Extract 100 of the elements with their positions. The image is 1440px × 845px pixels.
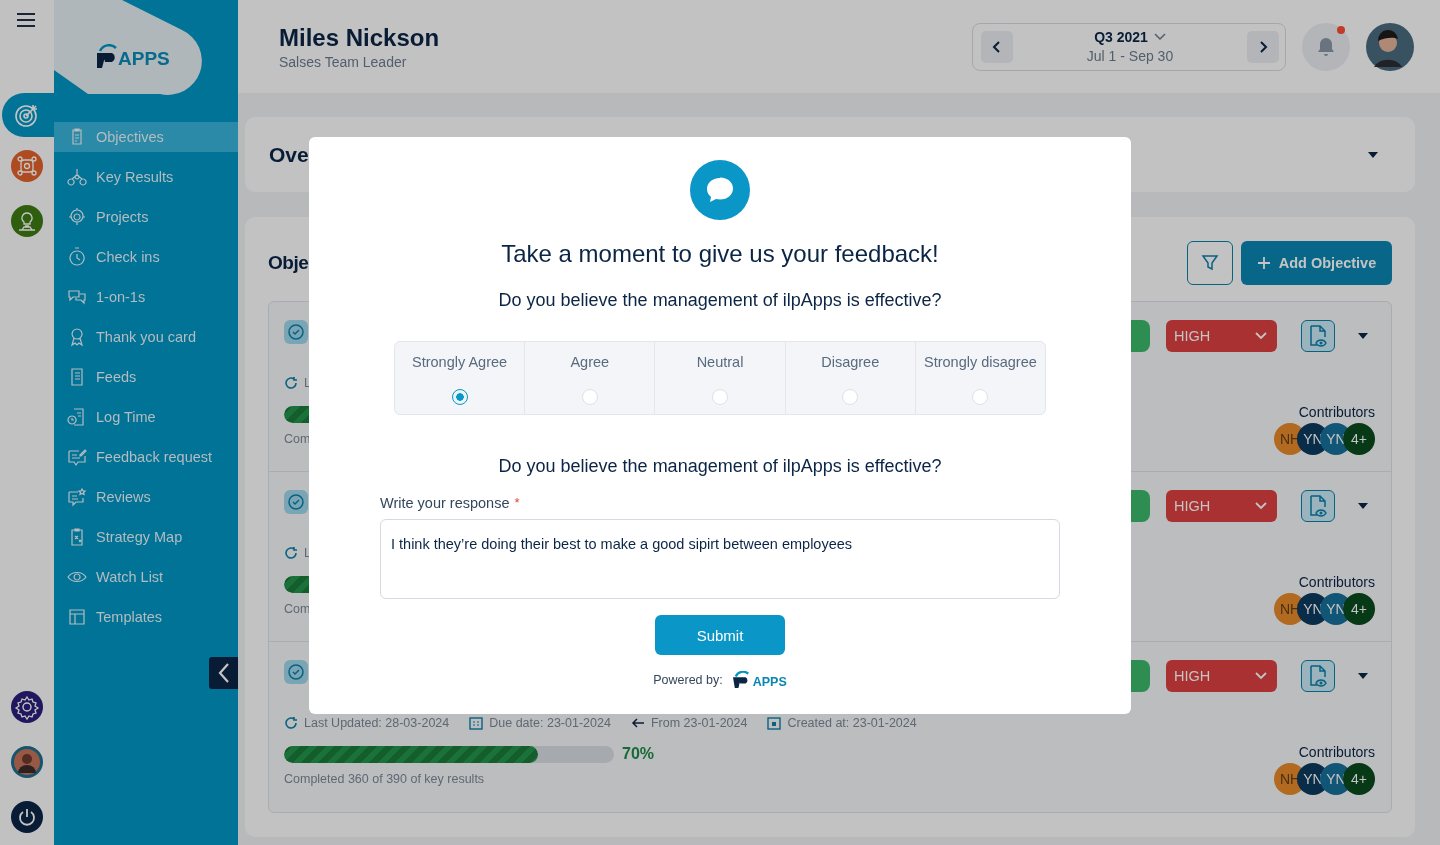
priority-dropdown[interactable]: HIGH (1166, 660, 1277, 692)
rating-option[interactable]: Strongly Agree (395, 342, 525, 414)
nav-item[interactable]: Check ins (54, 242, 238, 272)
collapse-button[interactable] (209, 657, 238, 689)
user-avatar[interactable] (11, 746, 43, 778)
contributors-label: Contributors (1298, 744, 1375, 760)
star-chat-icon (67, 487, 87, 507)
chevron-down-icon (1255, 332, 1267, 340)
contributors-label: Contributors (1298, 574, 1375, 590)
arrow-left-icon (630, 716, 645, 730)
calendar-icon (767, 716, 782, 730)
chevron-down-icon (1153, 33, 1166, 42)
target-badge-icon (284, 320, 308, 344)
timer-icon (67, 247, 87, 267)
card-title: Obje (268, 252, 309, 274)
rail-button[interactable] (2, 93, 54, 137)
nav-item[interactable]: Templates (54, 602, 238, 632)
document-clock-icon (67, 407, 87, 427)
priority-dropdown[interactable]: HIGH (1166, 490, 1277, 522)
status-pill[interactable] (1130, 490, 1150, 522)
user-name: Miles Nickson (279, 23, 441, 52)
caret-icon[interactable] (1357, 672, 1369, 680)
rating-option[interactable]: Agree (524, 342, 655, 414)
logo-text: APPS (118, 48, 170, 70)
option-label: Disagree (821, 354, 880, 370)
plus-icon (1256, 256, 1271, 270)
status-pill[interactable] (1130, 320, 1150, 352)
option-label: Agree (570, 354, 610, 370)
chevron-down-icon (1255, 672, 1267, 680)
question-text: Do you believe the management of ilpApps is effective? (498, 456, 942, 477)
nav-item[interactable]: Watch List (54, 562, 238, 592)
rating-option[interactable]: Disagree (784, 342, 915, 414)
layout-icon (67, 607, 87, 627)
refresh-icon (284, 376, 298, 390)
nav-item[interactable]: Reviews (54, 482, 238, 512)
contributor-avatar[interactable]: 4+ (1343, 593, 1375, 625)
rating-option[interactable]: Neutral (654, 342, 785, 414)
quarter-dropdown[interactable]: Q3 2021 (1094, 29, 1166, 46)
bell-icon (1316, 35, 1336, 58)
date-range: Jul 1 - Sep 30 (1086, 48, 1174, 65)
profile-avatar[interactable] (1366, 22, 1414, 71)
radio-button[interactable] (451, 389, 468, 405)
previous-button[interactable] (981, 30, 1013, 63)
nav-item[interactable]: Log Time (54, 402, 238, 432)
refresh-icon (284, 716, 298, 730)
option-label: Strongly Agree (412, 354, 508, 370)
chevron-left-icon (216, 662, 231, 684)
required-mark: * (514, 495, 520, 510)
logo-text: APPS (752, 675, 787, 689)
card-title: Ove (269, 142, 309, 167)
rail-button[interactable] (11, 150, 43, 182)
rating-option[interactable]: Strongly disagree (914, 342, 1045, 414)
filter-button[interactable] (1187, 241, 1233, 285)
menu-icon[interactable] (15, 12, 36, 28)
contributor-avatar[interactable]: 4+ (1343, 763, 1375, 795)
contributor-avatar[interactable]: 4+ (1343, 423, 1375, 455)
contributors-label: Contributors (1298, 404, 1375, 420)
start-date: From 23-01-2024 (650, 716, 748, 730)
add-objective-button[interactable]: Add Objective (1241, 241, 1392, 285)
next-button[interactable] (1247, 30, 1279, 63)
nav-item[interactable]: Strategy Map (54, 522, 238, 552)
power-icon[interactable] (11, 801, 43, 833)
caret-icon[interactable] (1357, 502, 1369, 510)
document-eye-icon (1308, 664, 1328, 688)
status-pill[interactable] (1130, 660, 1150, 692)
caret-icon[interactable] (1367, 150, 1379, 159)
notifications-button[interactable] (1302, 22, 1350, 71)
progress-percent: 70% (622, 745, 655, 763)
caret-icon[interactable] (1357, 332, 1369, 340)
document-eye-icon (1308, 324, 1328, 348)
target-badge-icon (284, 660, 308, 684)
settings-icon[interactable] (11, 691, 43, 723)
option-label: Strongly disagree (924, 354, 1037, 370)
priority-dropdown[interactable]: HIGH (1166, 320, 1277, 352)
last-updated: Last Updated: 28-03-2024 (304, 716, 450, 730)
target-badge-icon (284, 490, 308, 514)
user-role: Salses Team Leader (279, 53, 408, 70)
nav-item[interactable]: Objectives (54, 122, 238, 152)
view-document-button[interactable] (1301, 490, 1335, 522)
nav-item[interactable]: Feedback request (54, 442, 238, 472)
refresh-icon (284, 546, 298, 560)
nav-item[interactable]: Key Results (54, 162, 238, 192)
logo-icon (94, 44, 118, 70)
view-document-button[interactable] (1301, 320, 1335, 352)
view-document-button[interactable] (1301, 660, 1335, 692)
target-icon (14, 102, 40, 128)
response-field[interactable]: I think they’re doing their best to make a good sipirt between employees (380, 519, 1060, 599)
chat-bubble-icon (690, 160, 750, 220)
created-date: Created at: 23-01-2024 (787, 716, 917, 730)
rail-button[interactable] (11, 205, 43, 237)
chevron-left-icon (992, 40, 1002, 53)
nav-item[interactable]: 1-on-1s (54, 282, 238, 312)
nav-item[interactable]: Projects (54, 202, 238, 232)
nav-item[interactable]: Thank you card (54, 322, 238, 352)
option-label: Neutral (696, 354, 744, 370)
nav-item[interactable]: Feeds (54, 362, 238, 392)
filter-icon (1201, 254, 1219, 272)
field-label: Write your response (380, 495, 510, 511)
submit-button[interactable]: Submit (655, 615, 785, 655)
question-text: Do you believe the management of ilpApps is effective? (498, 290, 942, 311)
